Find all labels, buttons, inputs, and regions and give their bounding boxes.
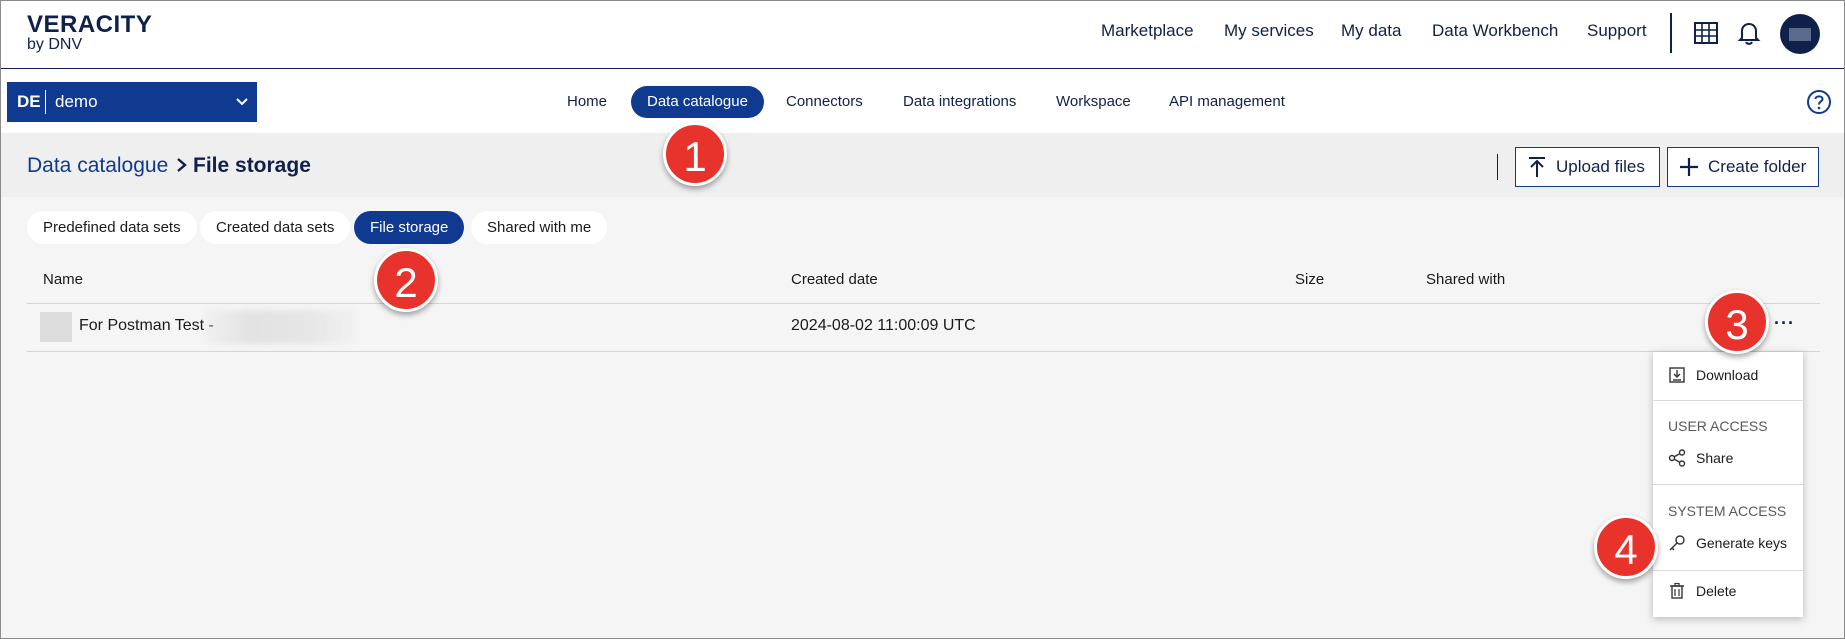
- column-header-shared-with[interactable]: Shared with: [1426, 271, 1505, 288]
- menu-section-system-access: SYSTEM ACCESS: [1668, 503, 1787, 519]
- file-created-date: 2024-08-02 11:00:09 UTC: [791, 317, 976, 334]
- topnav-my-data[interactable]: My data: [1341, 21, 1401, 41]
- menu-item-download[interactable]: Download: [1653, 358, 1803, 392]
- topbar-divider: [1670, 13, 1672, 53]
- column-header-size[interactable]: Size: [1295, 271, 1324, 288]
- table-header-divider: [27, 303, 1820, 304]
- more-options-icon[interactable]: ···: [1774, 313, 1795, 334]
- topnav-support[interactable]: Support: [1587, 21, 1647, 41]
- tenant-separator: [45, 90, 46, 114]
- tab-data-integrations[interactable]: Data integrations: [887, 86, 1032, 118]
- menu-download-label: Download: [1696, 367, 1759, 383]
- menu-divider: [1653, 484, 1803, 485]
- avatar[interactable]: [1780, 14, 1820, 54]
- step-badge-3: 3: [1705, 290, 1769, 354]
- menu-divider: [1653, 400, 1803, 401]
- breadcrumb-parent[interactable]: Data catalogue: [27, 154, 168, 178]
- menu-divider: [1653, 570, 1803, 571]
- file-icon: [40, 312, 72, 342]
- upload-icon: [1529, 157, 1545, 177]
- topnav-my-services[interactable]: My services: [1224, 21, 1314, 41]
- step-badge-4: 4: [1594, 515, 1658, 579]
- header-divider: [1497, 154, 1498, 180]
- menu-item-delete[interactable]: Delete: [1653, 574, 1803, 608]
- logo-subtitle: by DNV: [27, 36, 83, 53]
- topnav-data-workbench[interactable]: Data Workbench: [1432, 21, 1558, 41]
- share-icon: [1668, 449, 1686, 467]
- top-bar: VERACITY by DNV: [1, 1, 1844, 69]
- create-folder-label: Create folder: [1708, 157, 1807, 176]
- tab-api-management[interactable]: API management: [1153, 86, 1301, 118]
- tenant-selector[interactable]: DE demo: [7, 82, 257, 122]
- context-menu: Download USER ACCESS Share SYSTEM ACCESS…: [1653, 352, 1803, 617]
- tab-workspace[interactable]: Workspace: [1040, 86, 1147, 118]
- menu-delete-label: Delete: [1696, 583, 1737, 599]
- tab-home[interactable]: Home: [551, 86, 623, 118]
- create-folder-button[interactable]: Create folder: [1667, 147, 1819, 187]
- upload-files-label: Upload files: [1556, 157, 1645, 176]
- tab-data-catalogue[interactable]: Data catalogue: [631, 86, 764, 118]
- trash-icon: [1670, 582, 1684, 599]
- chevron-down-icon: [236, 98, 248, 106]
- chevron-right-icon: [177, 158, 187, 172]
- menu-item-share[interactable]: Share: [1653, 441, 1803, 475]
- plus-icon: [1680, 158, 1698, 176]
- file-name[interactable]: For Postman Test -: [79, 317, 214, 335]
- tenant-code: DE: [17, 92, 41, 111]
- pill-created-data-sets[interactable]: Created data sets: [200, 211, 351, 244]
- topnav-marketplace[interactable]: Marketplace: [1101, 21, 1194, 41]
- tenant-name: demo: [55, 92, 98, 111]
- pill-predefined-data-sets[interactable]: Predefined data sets: [27, 211, 197, 244]
- menu-generate-keys-label: Generate keys: [1696, 535, 1788, 551]
- download-icon: [1669, 367, 1685, 383]
- menu-item-generate-keys[interactable]: Generate keys: [1653, 526, 1803, 560]
- logo-title[interactable]: VERACITY: [27, 11, 152, 39]
- step-badge-2: 2: [374, 248, 438, 312]
- column-header-name[interactable]: Name: [43, 271, 83, 288]
- tab-connectors[interactable]: Connectors: [770, 86, 879, 118]
- table-row-divider: [27, 351, 1820, 352]
- key-icon: [1669, 535, 1685, 551]
- menu-share-label: Share: [1696, 450, 1734, 466]
- upload-files-button[interactable]: Upload files: [1515, 147, 1660, 187]
- column-header-created-date[interactable]: Created date: [791, 271, 878, 288]
- redacted-text: [205, 310, 355, 344]
- bell-icon[interactable]: [1736, 20, 1762, 46]
- content-area: [1, 133, 1844, 638]
- pill-file-storage[interactable]: File storage: [354, 211, 465, 244]
- menu-section-user-access: USER ACCESS: [1668, 418, 1768, 434]
- step-badge-1: 1: [663, 122, 727, 186]
- page-title: File storage: [193, 154, 311, 177]
- grid-icon[interactable]: [1693, 20, 1719, 46]
- pill-shared-with-me[interactable]: Shared with me: [471, 211, 608, 244]
- help-icon[interactable]: [1806, 89, 1832, 115]
